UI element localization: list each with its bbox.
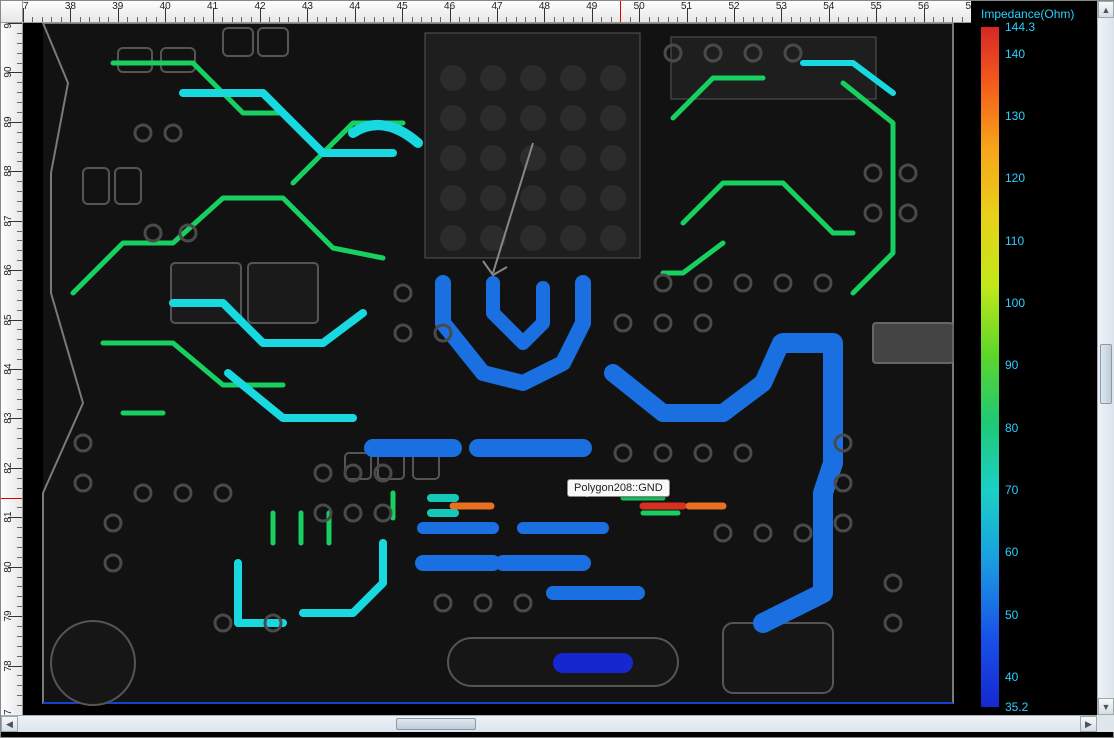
scroll-v-track[interactable]	[1098, 18, 1114, 698]
legend-title: Impedance(Ohm)	[981, 7, 1091, 21]
scroll-left-button[interactable]: ◀	[1, 716, 18, 732]
legend-tick-label: 40	[1005, 670, 1018, 684]
legend-tick-label: 144.3	[1005, 20, 1035, 34]
legend-tick-label: 140	[1005, 47, 1025, 61]
legend-tick-label: 90	[1005, 358, 1018, 372]
pcb-canvas[interactable]	[23, 23, 971, 715]
legend-tick-label: 70	[1005, 483, 1018, 497]
legend-tick-label: 130	[1005, 109, 1025, 123]
legend-tick-label: 100	[1005, 296, 1025, 310]
legend-ticks: 144.314013012011010090807060504035.2	[1005, 27, 1091, 707]
scrollbar-horizontal[interactable]: ◀ ▶	[1, 715, 1097, 732]
pcb-viewport[interactable]: Polygon208::GND	[23, 23, 971, 715]
scroll-up-button[interactable]: ▲	[1098, 1, 1114, 18]
scroll-v-thumb[interactable]	[1100, 344, 1112, 404]
scroll-corner	[1097, 715, 1114, 732]
ruler-vertical[interactable]: 777879808182838485868788899091	[1, 23, 23, 715]
impedance-legend: Impedance(Ohm) 144.3 140 130 120 110 100 90 80 7…	[971, 1, 1097, 715]
legend-tick-label: 35.2	[1005, 700, 1028, 714]
scroll-h-thumb[interactable]	[396, 718, 476, 730]
legend-tick-label: 120	[1005, 171, 1025, 185]
legend-tick-label: 110	[1005, 234, 1024, 248]
scrollbar-vertical[interactable]: ▲ ▼	[1097, 1, 1114, 715]
ruler-horizontal[interactable]: 3738394041424344454647484950515253545556…	[23, 1, 971, 23]
legend-tick-label: 80	[1005, 421, 1018, 435]
scroll-down-button[interactable]: ▼	[1098, 698, 1114, 715]
tooltip-text: Polygon208::GND	[574, 482, 663, 494]
hover-tooltip: Polygon208::GND	[567, 479, 670, 497]
legend-tick-label: 50	[1005, 608, 1018, 622]
legend-colorbar	[981, 27, 999, 707]
ruler-corner	[1, 1, 23, 23]
scroll-right-button[interactable]: ▶	[1080, 716, 1097, 732]
legend-tick-label: 60	[1005, 545, 1018, 559]
